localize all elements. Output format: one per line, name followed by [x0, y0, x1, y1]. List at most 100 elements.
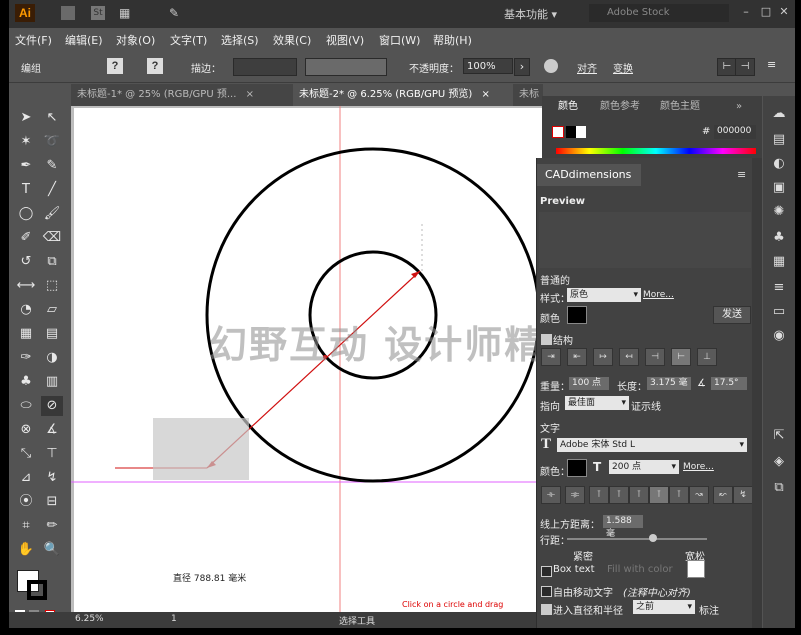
arrow-style-3-icon[interactable]: ↦ — [593, 348, 613, 366]
stroke-weight-input[interactable] — [233, 58, 297, 76]
stock-search-input[interactable]: Adobe Stock — [589, 4, 729, 22]
fill-swatch[interactable]: ? — [107, 58, 123, 74]
gradient-tool-icon[interactable]: ▤ — [41, 324, 63, 344]
arrange-documents-icon[interactable]: ▦ — [119, 6, 133, 20]
stroke-color-box[interactable] — [27, 580, 47, 600]
horizontal-dimension-icon[interactable]: ⊤ — [41, 444, 63, 464]
distribute-icon[interactable]: ⊣ — [735, 58, 755, 76]
artboard-tool-icon[interactable]: ⊟ — [41, 492, 63, 512]
layers-icon[interactable]: ◈ — [771, 454, 787, 470]
minimize-icon[interactable]: – — [737, 4, 755, 20]
dimension-color-swatch[interactable] — [567, 306, 587, 324]
text-position-6-icon[interactable]: ⊺ — [649, 486, 669, 504]
menu-edit[interactable]: 编辑(E) — [65, 32, 103, 48]
variable-width-profile[interactable] — [305, 58, 387, 76]
panel-scrollbar[interactable] — [752, 158, 762, 628]
none-swatch[interactable] — [552, 126, 564, 138]
text-position-9-icon[interactable]: ↜ — [713, 486, 733, 504]
eraser-tool-icon[interactable]: ⌫ — [41, 228, 63, 248]
close-icon[interactable]: ✕ — [775, 4, 793, 20]
appearance-icon[interactable]: ◐ — [771, 156, 787, 172]
document-canvas[interactable]: 直径 788.81 毫米 Click on a circle and drag … — [71, 106, 545, 614]
artboard-number[interactable]: 1 — [171, 614, 177, 624]
panel-menu-icon[interactable]: ≡ — [767, 58, 776, 71]
hex-input[interactable]: 000000 — [714, 125, 756, 139]
ellipse-tool-icon[interactable]: ◯ — [15, 204, 37, 224]
text-position-7-icon[interactable]: ⊺ — [669, 486, 689, 504]
black-swatch[interactable] — [566, 126, 576, 138]
lasso-tool-icon[interactable]: ➰ — [41, 132, 63, 152]
white-swatch[interactable] — [576, 126, 586, 138]
baseline-offset-input[interactable]: 1.588 毫 — [603, 515, 643, 539]
menu-object[interactable]: 对象(O) — [116, 32, 155, 48]
tab-color-themes[interactable]: 颜色主题 — [660, 98, 700, 116]
menu-view[interactable]: 视图(V) — [326, 32, 364, 48]
line-checkbox[interactable] — [541, 334, 552, 345]
width-tool-icon[interactable]: ⟷ — [15, 276, 37, 296]
scale-tool-icon[interactable]: ⧉ — [41, 252, 63, 272]
paintbrush-tool-icon[interactable]: 🖌 — [41, 204, 63, 224]
menu-help[interactable]: 帮助(H) — [433, 32, 472, 48]
angle-input[interactable]: 17.5° — [711, 377, 747, 390]
bridge-icon[interactable] — [61, 6, 75, 20]
stroke-swatch[interactable]: ? — [147, 58, 163, 74]
workspace-switcher[interactable]: 基本功能 ▾ — [504, 6, 557, 22]
style-select[interactable]: 原色 — [567, 288, 641, 302]
shape-builder-tool-icon[interactable]: ◔ — [15, 300, 37, 320]
slice-tool-icon[interactable]: ⊗ — [15, 420, 37, 440]
shaper-tool-icon[interactable]: ✐ — [15, 228, 37, 248]
perspective-grid-tool-icon[interactable]: ▱ — [41, 300, 63, 320]
box-text-checkbox[interactable] — [541, 566, 552, 577]
direct-selection-tool-icon[interactable]: ↖ — [41, 108, 63, 128]
text-position-1-icon[interactable]: ⟛ — [541, 486, 561, 504]
leading-slider-thumb[interactable] — [649, 534, 657, 542]
arrow-style-1-icon[interactable]: ⇥ — [541, 348, 561, 366]
type-tool-icon[interactable]: T — [15, 180, 37, 200]
text-position-3-icon[interactable]: ⊺ — [589, 486, 609, 504]
ellipse-dimension-icon[interactable]: ⬭ — [15, 396, 37, 416]
leading-slider-track[interactable] — [567, 538, 707, 540]
align-options-icon[interactable]: ⊢ — [717, 58, 737, 76]
gradient-panel-icon[interactable]: ▭ — [771, 304, 787, 320]
text-position-8-icon[interactable]: ↝ — [689, 486, 709, 504]
arrow-style-4-icon[interactable]: ↤ — [619, 348, 639, 366]
length-input[interactable]: 3.175 毫 — [647, 377, 691, 390]
transparency-panel-icon[interactable]: ◉ — [771, 328, 787, 344]
graphic-styles-icon[interactable]: ▣ — [771, 180, 787, 196]
brush-icon[interactable]: ✎ — [169, 6, 183, 20]
arrow-style-2-icon[interactable]: ⇤ — [567, 348, 587, 366]
column-graph-tool-icon[interactable]: ▥ — [41, 372, 63, 392]
align-link[interactable]: 对齐 — [577, 60, 597, 75]
transform-link[interactable]: 变换 — [613, 60, 633, 75]
magic-wand-tool-icon[interactable]: ✶ — [15, 132, 37, 152]
cad-dimension-tool-icon[interactable]: ⊘ — [41, 396, 63, 416]
text-color-swatch[interactable] — [567, 459, 587, 477]
pen-tool-icon[interactable]: ✒ — [15, 156, 37, 176]
pencil-tool-icon[interactable]: ✏ — [41, 516, 63, 536]
stock-icon[interactable]: St — [91, 6, 105, 20]
eyedropper-tool-icon[interactable]: ✑ — [15, 348, 37, 368]
stroke-panel-icon[interactable]: ≡ — [771, 280, 787, 296]
line-tool-icon[interactable]: ╱ — [41, 180, 63, 200]
zoom-tool-icon[interactable]: 🔍 — [41, 540, 63, 560]
auto-move-checkbox[interactable] — [541, 586, 552, 597]
maximize-icon[interactable]: □ — [757, 4, 775, 20]
menu-select[interactable]: 选择(S) — [221, 32, 259, 48]
tab-close-icon[interactable]: × — [246, 89, 254, 100]
brushes-icon[interactable]: ✺ — [771, 204, 787, 220]
arrow-style-6-icon[interactable]: ⊢ — [671, 348, 691, 366]
tab-close-icon[interactable]: × — [481, 89, 489, 100]
color-spectrum[interactable] — [556, 148, 756, 154]
text-position-4-icon[interactable]: ⊺ — [609, 486, 629, 504]
font-select[interactable]: Adobe 宋体 Std L — [557, 438, 747, 452]
more-link[interactable]: More... — [643, 290, 674, 300]
tab-color-guide[interactable]: 颜色参考 — [600, 98, 640, 116]
panel-expand-icon[interactable]: » — [736, 98, 742, 116]
ordinate-dimension-icon[interactable]: ↯ — [41, 468, 63, 488]
panel-title[interactable]: CADdimensions — [537, 164, 641, 186]
free-transform-tool-icon[interactable]: ⬚ — [41, 276, 63, 296]
symbols-icon[interactable]: ♣ — [771, 230, 787, 246]
curvature-tool-icon[interactable]: ✎ — [41, 156, 63, 176]
artboards-icon[interactable]: ⧉ — [771, 480, 787, 496]
radius-dimension-icon[interactable]: ⦿ — [15, 492, 37, 512]
